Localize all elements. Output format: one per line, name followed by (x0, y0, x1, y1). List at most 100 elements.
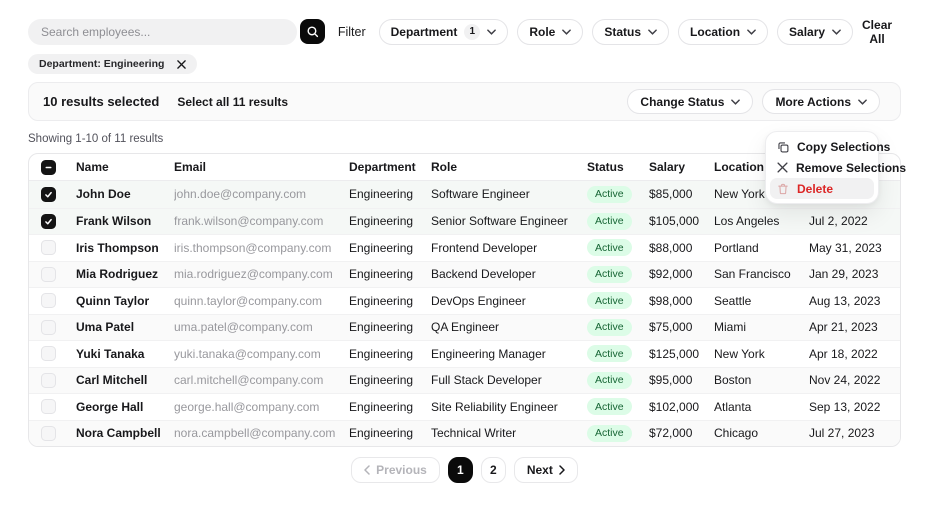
chevron-down-icon (858, 98, 867, 105)
table-row[interactable]: Mia Rodriguez mia.rodriguez@company.com En… (29, 260, 900, 287)
row-checkbox[interactable] (41, 240, 56, 256)
status-badge: Active (587, 265, 632, 283)
select-all-button[interactable]: Select all 11 results (177, 95, 288, 109)
status-badge: Active (587, 345, 632, 363)
header-checkbox-cell (29, 159, 76, 175)
row-checkbox[interactable] (41, 425, 56, 441)
cell-role: Senior Software Engineer (431, 214, 568, 229)
cell-joined: Jul 2, 2022 (809, 214, 868, 229)
table-row[interactable]: Frank Wilson frank.wilson@company.com Engi… (29, 207, 900, 234)
row-checkbox[interactable] (41, 399, 56, 415)
next-page-button[interactable]: Next (513, 457, 578, 483)
menu-item-delete[interactable]: Delete (770, 178, 874, 199)
menu-item-label: Delete (797, 181, 834, 196)
selected-count-text: 10 results selected (43, 94, 160, 109)
cell-status: Active (587, 185, 649, 203)
page-button-2[interactable]: 2 (480, 457, 506, 483)
row-checkbox[interactable] (41, 266, 56, 282)
search-input[interactable] (28, 18, 297, 45)
cell-status: Active (587, 345, 649, 363)
x-icon (777, 162, 788, 173)
checkbox-cell (29, 399, 76, 415)
cell-name: Carl Mitchell (76, 373, 148, 388)
table-row[interactable]: Quinn Taylor quinn.taylor@company.com Engi… (29, 287, 900, 314)
cell-name: Frank Wilson (76, 214, 152, 229)
search-button[interactable] (299, 19, 325, 44)
row-checkbox[interactable] (41, 293, 56, 309)
cell-salary: $92,000 (649, 267, 693, 282)
remove-filter-icon[interactable] (177, 59, 187, 69)
cell-salary: $95,000 (649, 373, 693, 388)
status-badge: Active (587, 185, 632, 203)
menu-item-remove-selections[interactable]: Remove Selections (770, 157, 906, 178)
filter-pill-department[interactable]: Department 1 (378, 18, 509, 45)
row-checkbox[interactable] (41, 319, 56, 335)
status-badge: Active (587, 318, 632, 336)
select-all-checkbox[interactable] (41, 159, 56, 175)
table-row[interactable]: Uma Patel uma.patel@company.com Engineerin… (29, 313, 900, 340)
filter-pill-label: Department (390, 24, 458, 39)
cell-role: Engineering Manager (431, 346, 546, 361)
filter-pill-label: Location (690, 24, 741, 39)
cell-email: iris.thompson@company.com (174, 240, 332, 255)
page-button-1[interactable]: 1 (447, 457, 473, 483)
previous-page-button[interactable]: Previous (351, 457, 440, 483)
cell-department: Engineering (349, 214, 414, 229)
column-header-name: Name (76, 160, 109, 174)
filter-pill-label: Role (529, 24, 556, 39)
change-status-button[interactable]: Change Status (627, 89, 754, 114)
cell-email: george.hall@company.com (174, 399, 320, 414)
cell-status: Active (587, 424, 649, 442)
previous-label: Previous (376, 463, 427, 477)
selection-bar: 10 results selected Select all 11 result… (28, 82, 901, 121)
cell-role: Technical Writer (431, 426, 517, 441)
table-row[interactable]: Yuki Tanaka yuki.tanaka@company.com Engine… (29, 340, 900, 367)
table-row[interactable]: Nora Campbell nora.campbell@company.com En… (29, 419, 900, 446)
chevron-down-icon (832, 28, 841, 35)
row-checkbox[interactable] (41, 346, 56, 362)
filter-count-badge: 1 (464, 23, 481, 40)
menu-item-copy-selections[interactable]: Copy Selections (770, 136, 890, 157)
cell-location: Seattle (714, 293, 752, 308)
checkbox-cell (29, 266, 76, 282)
cell-name: Uma Patel (76, 320, 135, 335)
column-header-role: Role (431, 160, 458, 174)
cell-joined: Sep 13, 2022 (809, 399, 881, 414)
row-checkbox[interactable] (41, 372, 56, 388)
table-row[interactable]: George Hall george.hall@company.com Engine… (29, 393, 900, 420)
chevron-left-icon (364, 465, 370, 475)
clear-all-button[interactable]: Clear All (853, 17, 901, 47)
filter-label: Filter (337, 24, 366, 39)
row-checkbox[interactable] (41, 213, 56, 229)
cell-salary: $105,000 (649, 214, 700, 229)
cell-role: QA Engineer (431, 320, 500, 335)
bulk-actions: Change Status More Actions (627, 89, 880, 114)
table-row[interactable]: Iris Thompson iris.thompson@company.com En… (29, 234, 900, 261)
active-filters-row: Department: Engineering (28, 54, 901, 74)
checkbox-cell (29, 213, 76, 229)
trash-icon (777, 183, 789, 195)
filter-pill-role[interactable]: Role (517, 18, 584, 45)
search-icon (306, 25, 319, 38)
cell-joined: Jul 27, 2023 (809, 426, 875, 441)
chevron-down-icon (747, 28, 756, 35)
checkbox-cell (29, 319, 76, 335)
row-checkbox[interactable] (41, 186, 56, 202)
filter-chip-department-engineering[interactable]: Department: Engineering (28, 54, 198, 74)
table-row[interactable]: Carl Mitchell carl.mitchell@company.com En… (29, 366, 900, 393)
cell-email: uma.patel@company.com (174, 320, 313, 335)
cell-department: Engineering (349, 187, 414, 202)
filter-pill-status[interactable]: Status (592, 18, 670, 45)
menu-item-label: Remove Selections (796, 160, 907, 175)
checkbox-cell (29, 186, 76, 202)
checkbox-cell (29, 293, 76, 309)
column-header-salary: Salary (649, 160, 686, 174)
more-actions-button[interactable]: More Actions (762, 89, 880, 114)
cell-status: Active (587, 398, 649, 416)
cell-role: Software Engineer (431, 187, 530, 202)
filter-pill-salary[interactable]: Salary (777, 18, 854, 45)
filter-pill-label: Status (604, 24, 642, 39)
cell-status: Active (587, 371, 649, 389)
filter-pill-location[interactable]: Location (678, 18, 769, 45)
cell-joined: May 31, 2023 (809, 240, 882, 255)
